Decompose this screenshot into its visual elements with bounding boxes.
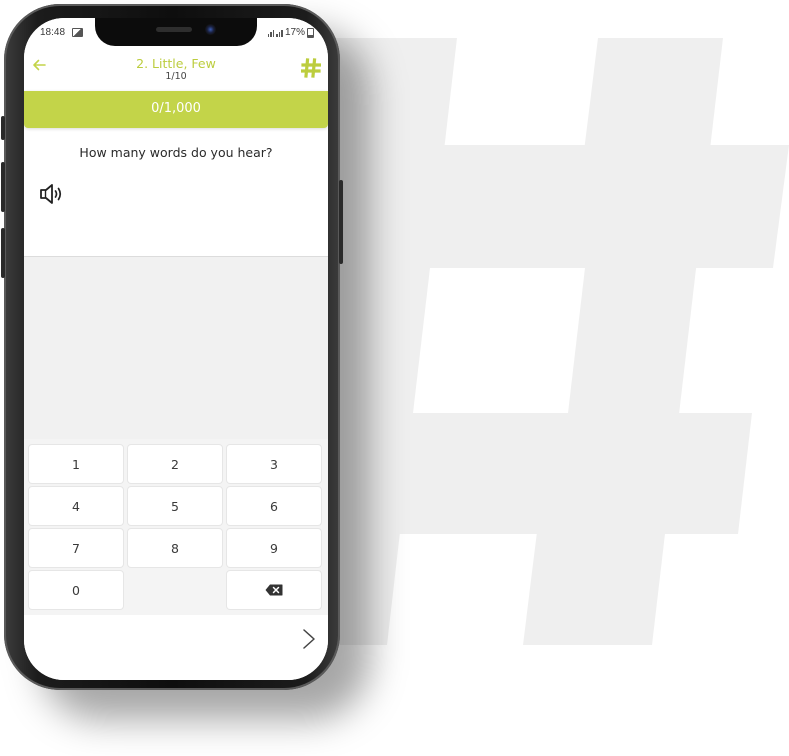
volume-up-button	[1, 162, 5, 212]
key-2[interactable]: 2	[128, 445, 222, 483]
key-4[interactable]: 4	[29, 487, 123, 525]
answer-input-area[interactable]	[24, 256, 328, 440]
earpiece-speaker	[156, 27, 192, 32]
volume-down-button	[1, 228, 5, 278]
backspace-icon	[265, 584, 283, 596]
key-1[interactable]: 1	[29, 445, 123, 483]
chevron-right-icon[interactable]	[302, 628, 316, 650]
key-0[interactable]: 0	[29, 571, 123, 609]
footer	[24, 615, 328, 680]
app-header: 2. Little, Few 1/10	[24, 46, 328, 92]
key-6[interactable]: 6	[227, 487, 321, 525]
numeric-keypad: 1 2 3 4 5 6 7 8 9 0	[24, 439, 328, 615]
image-notification-icon	[72, 28, 83, 37]
signal-icon	[267, 29, 275, 37]
score-text: 0/1,000	[151, 101, 201, 116]
notch	[95, 18, 257, 46]
lesson-title: 2. Little, Few	[136, 56, 216, 71]
lesson-progress: 1/10	[165, 71, 187, 82]
speaker-icon[interactable]	[38, 181, 66, 207]
key-9[interactable]: 9	[227, 529, 321, 567]
signal-icon-2	[276, 29, 283, 37]
mute-switch	[1, 116, 5, 140]
hash-icon[interactable]	[301, 58, 321, 78]
power-button	[339, 180, 343, 264]
question-prompt: How many words do you hear?	[79, 145, 273, 160]
score-bar: 0/1,000	[24, 91, 328, 128]
battery-icon	[307, 27, 314, 38]
key-backspace[interactable]	[227, 571, 321, 609]
key-3[interactable]: 3	[227, 445, 321, 483]
phone-screen: 18:48 17% 2. Little, Few 1/10 0/1,000 Ho…	[24, 18, 328, 680]
battery-percent: 17%	[284, 27, 305, 38]
front-camera	[205, 24, 216, 35]
status-right: 17%	[267, 27, 314, 38]
key-5[interactable]: 5	[128, 487, 222, 525]
phone-frame: 18:48 17% 2. Little, Few 1/10 0/1,000 Ho…	[1, 4, 343, 690]
status-time: 18:48	[40, 27, 66, 38]
key-7[interactable]: 7	[29, 529, 123, 567]
key-8[interactable]: 8	[128, 529, 222, 567]
